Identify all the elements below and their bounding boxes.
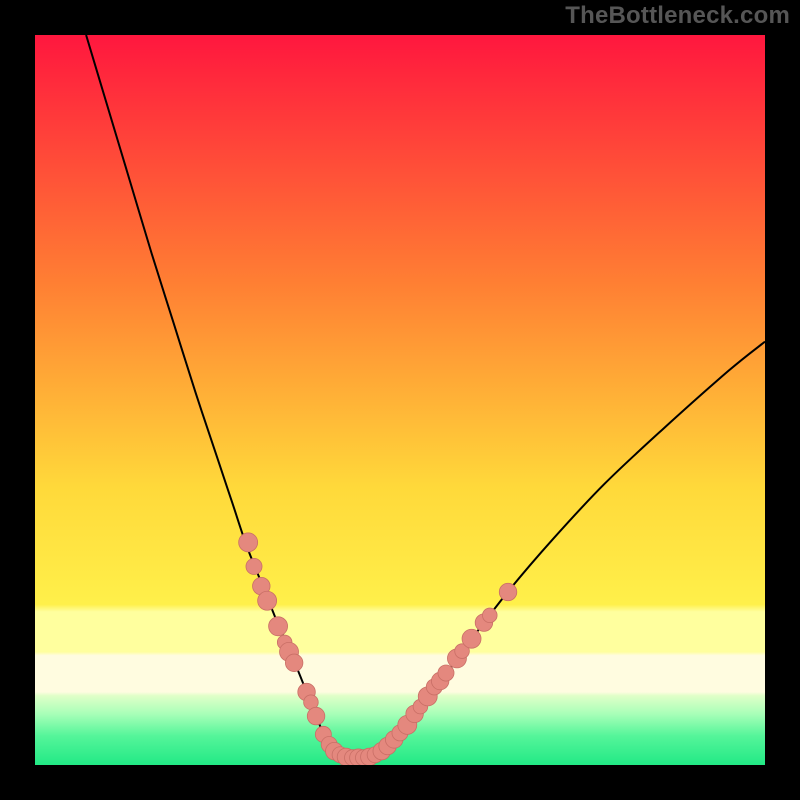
data-marker: [482, 608, 497, 623]
data-marker: [246, 558, 262, 574]
watermark-text: TheBottleneck.com: [565, 2, 790, 30]
data-marker: [285, 654, 303, 672]
data-marker: [438, 665, 454, 681]
data-marker: [269, 617, 288, 636]
data-marker: [307, 707, 325, 725]
plot-area: [35, 35, 765, 765]
chart-frame: TheBottleneck.com: [0, 0, 800, 800]
chart-svg: [35, 35, 765, 765]
data-marker: [499, 583, 517, 601]
data-marker: [462, 629, 481, 648]
plot-background: [35, 35, 765, 765]
data-marker: [239, 533, 258, 552]
data-marker: [258, 591, 277, 610]
